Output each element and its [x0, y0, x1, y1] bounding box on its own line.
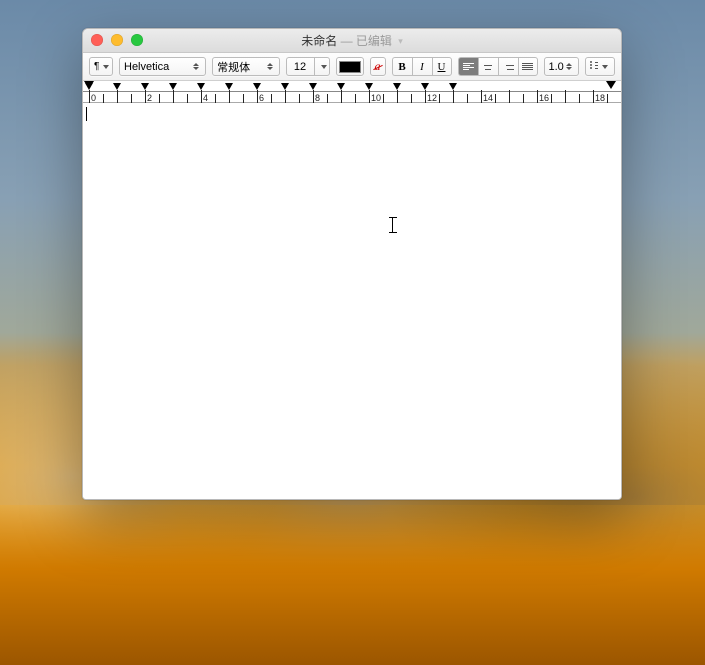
tab-stop-marker[interactable]	[309, 83, 317, 90]
ruler-label: 14	[483, 93, 493, 103]
ruler-label: 12	[427, 93, 437, 103]
zoom-button[interactable]	[131, 34, 143, 46]
formatting-toolbar: ¶ Helvetica 常规体 12 a B	[83, 53, 621, 81]
close-button[interactable]	[91, 34, 103, 46]
titlebar[interactable]: 未命名 — 已编辑 ▾	[83, 29, 621, 53]
ruler-label: 16	[539, 93, 549, 103]
align-left-button[interactable]	[458, 57, 478, 76]
left-margin-marker[interactable]	[84, 81, 94, 89]
highlight-color-button[interactable]: a	[370, 57, 386, 76]
tab-stop-marker[interactable]	[365, 83, 373, 90]
pilcrow-icon: ¶	[94, 61, 99, 72]
tab-stop-marker[interactable]	[225, 83, 233, 90]
text-style-segment: B I U	[392, 57, 452, 76]
ruler-label: 2	[147, 93, 152, 103]
mouse-ibeam-cursor	[389, 217, 397, 233]
list-icon	[590, 62, 598, 71]
alignment-segment	[458, 57, 538, 76]
font-size-value: 12	[294, 61, 306, 73]
font-size-dropdown[interactable]	[314, 57, 330, 76]
align-justify-button[interactable]	[518, 57, 538, 76]
text-area[interactable]	[83, 103, 621, 499]
traffic-light-buttons	[91, 34, 143, 46]
tab-stop-marker[interactable]	[197, 83, 205, 90]
desktop-foliage	[0, 505, 705, 665]
text-caret	[86, 107, 87, 121]
ruler-label: 18	[595, 93, 605, 103]
right-margin-marker[interactable]	[606, 81, 616, 89]
ruler-label: 0	[91, 93, 96, 103]
tab-stop-marker[interactable]	[253, 83, 261, 90]
align-right-button[interactable]	[498, 57, 518, 76]
font-family-value: Helvetica	[124, 61, 169, 73]
text-color-button[interactable]	[336, 57, 364, 76]
ruler-label: 10	[371, 93, 381, 103]
font-size-field[interactable]: 12	[286, 57, 314, 76]
font-style-dropdown[interactable]: 常规体	[212, 57, 279, 76]
no-highlight-icon: a	[375, 59, 381, 74]
font-style-value: 常规体	[217, 59, 250, 75]
tab-stop-marker[interactable]	[141, 83, 149, 90]
tab-stop-marker[interactable]	[449, 83, 457, 90]
ruler-label: 6	[259, 93, 264, 103]
window-subtitle: 已编辑	[356, 34, 392, 48]
title-separator: —	[341, 34, 356, 48]
minimize-button[interactable]	[111, 34, 123, 46]
ruler-label: 8	[315, 93, 320, 103]
align-center-button[interactable]	[478, 57, 498, 76]
tab-stop-marker[interactable]	[281, 83, 289, 90]
paragraph-style-dropdown[interactable]: ¶	[89, 57, 113, 76]
underline-button[interactable]: U	[432, 57, 452, 76]
window-title: 未命名	[301, 34, 337, 48]
italic-button[interactable]: I	[412, 57, 432, 76]
textedit-window: 未命名 — 已编辑 ▾ ¶ Helvetica 常规体 12	[82, 28, 622, 500]
line-spacing-dropdown[interactable]: 1.0	[544, 57, 580, 76]
align-justify-icon	[522, 63, 533, 70]
ruler[interactable]: 0 2 4 6 8 10 12 14 16 18	[83, 81, 621, 103]
tab-stop-marker[interactable]	[393, 83, 401, 90]
ruler-label: 4	[203, 93, 208, 103]
title-dropdown-icon[interactable]: ▾	[398, 36, 403, 46]
line-spacing-value: 1.0	[549, 61, 564, 73]
tab-stop-marker[interactable]	[421, 83, 429, 90]
font-family-dropdown[interactable]: Helvetica	[119, 57, 206, 76]
tab-stop-marker[interactable]	[169, 83, 177, 90]
tab-stop-marker[interactable]	[337, 83, 345, 90]
align-right-icon	[503, 63, 514, 70]
tab-stop-marker[interactable]	[113, 83, 121, 90]
list-style-dropdown[interactable]	[585, 57, 615, 76]
text-color-swatch	[339, 61, 361, 73]
align-left-icon	[463, 63, 474, 70]
align-center-icon	[483, 63, 494, 70]
bold-button[interactable]: B	[392, 57, 412, 76]
